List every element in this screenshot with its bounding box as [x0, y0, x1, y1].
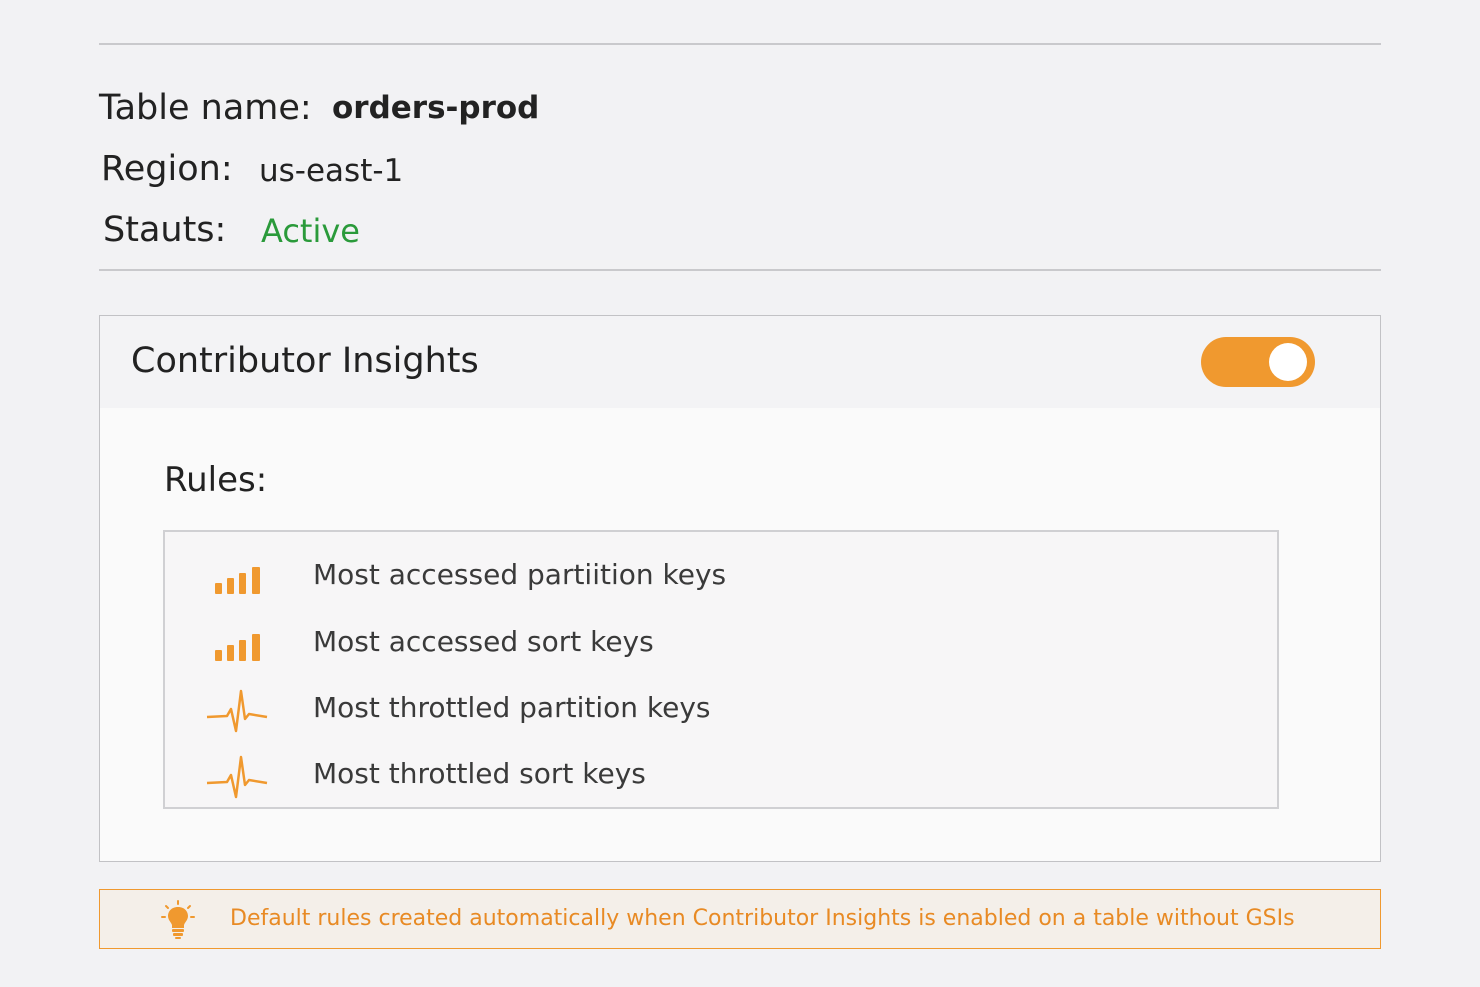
note-text: Default rules created automatically when… [230, 906, 1295, 931]
rule-item-most-accessed-partition-keys[interactable]: Most accessed partiition keys [165, 546, 1277, 606]
rule-label: Most throttled partition keys [313, 691, 711, 724]
signal-bars-icon [215, 634, 260, 661]
rule-label: Most accessed partiition keys [313, 558, 727, 591]
rule-item-most-throttled-partition-keys[interactable]: Most throttled partition keys [165, 679, 1277, 739]
rules-label: Rules: [164, 460, 268, 500]
rule-label: Most throttled sort keys [313, 757, 646, 790]
pulse-icon [206, 755, 268, 799]
status-value: Active [261, 212, 360, 250]
table-name-value: orders-prod [332, 90, 540, 126]
lightbulb-icon [161, 900, 195, 939]
signal-bars-icon [215, 567, 260, 594]
rule-item-most-throttled-sort-keys[interactable]: Most throttled sort keys [165, 745, 1277, 805]
rule-label: Most accessed sort keys [313, 625, 654, 658]
rules-list: Most accessed partiition keys Most acces… [163, 530, 1279, 809]
table-name-label: Table name: [99, 88, 312, 128]
contributor-insights-panel: Contributor Insights Rules: Most accesse… [99, 315, 1381, 862]
pulse-icon [206, 689, 268, 733]
rule-item-most-accessed-sort-keys[interactable]: Most accessed sort keys [165, 613, 1277, 673]
contributor-insights-toggle[interactable] [1201, 337, 1315, 387]
toggle-knob [1269, 343, 1307, 381]
region-label: Region: [101, 149, 233, 189]
status-label: Stauts: [103, 210, 227, 250]
bottom-divider [99, 269, 1381, 271]
region-value: us-east-1 [259, 153, 404, 189]
panel-title: Contributor Insights [131, 341, 479, 381]
top-divider [99, 43, 1381, 45]
panel-header: Contributor Insights [100, 316, 1380, 408]
info-note: Default rules created automatically when… [99, 889, 1381, 949]
